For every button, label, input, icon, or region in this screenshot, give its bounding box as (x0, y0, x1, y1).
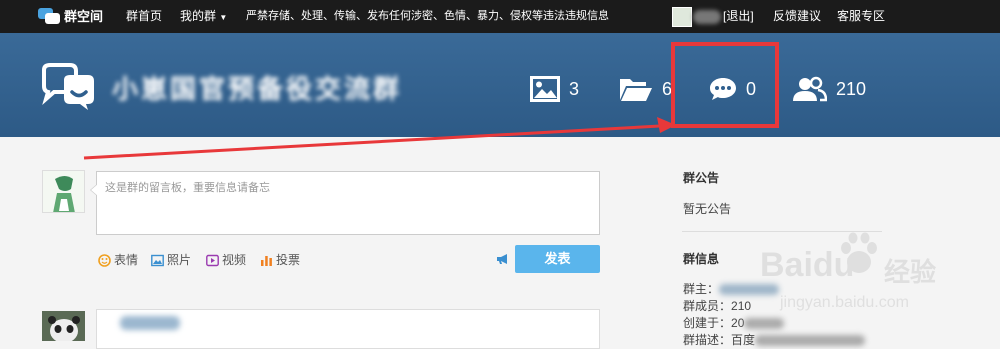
post-author-name-blurred[interactable] (120, 316, 180, 330)
annotation-highlight-box (671, 42, 779, 128)
emoji-label: 表情 (114, 253, 139, 267)
smiley-icon (98, 253, 111, 267)
message-board-textarea[interactable]: 这是群的留言板，重要信息请备忘 (90, 171, 600, 235)
watermark-url: jingyan.baidu.com (780, 294, 909, 311)
users-icon (793, 76, 827, 102)
post-author-avatar[interactable] (42, 311, 85, 341)
group-members-row: 群成员：210 (683, 297, 751, 314)
vote-button[interactable]: 投票 (260, 252, 300, 268)
desc-label: 群描述： (683, 333, 732, 347)
current-user-avatar[interactable] (42, 170, 85, 213)
folder-open-icon (620, 79, 652, 101)
group-desc-row: 群描述：百度 (683, 331, 866, 348)
photos-count: 3 (569, 78, 580, 99)
post-button[interactable]: 发表 (515, 245, 600, 273)
nav-my-groups-dropdown[interactable]: 我的群 ▼ (180, 0, 227, 33)
top-nav-bar: 群空间 群首页 我的群 ▼ 严禁存储、处理、传输、发布任何涉密、色情、暴力、侵权… (0, 0, 1000, 33)
watermark-brand-cn: 经验 (884, 257, 937, 287)
group-info-heading: 群信息 (683, 252, 720, 266)
feedback-link[interactable]: 反馈建议 (773, 0, 821, 33)
bar-chart-icon (261, 255, 272, 266)
photos-stat[interactable]: 3 (530, 71, 579, 107)
files-stat[interactable]: 6 (619, 71, 672, 107)
members-label: 群成员： (683, 299, 732, 313)
picture-icon (151, 254, 164, 266)
avatar-image (43, 171, 84, 212)
group-name-title: 小崽国官预备役交流群 (112, 74, 403, 104)
baidu-jingyan-watermark: Baidu 经验 jingyan.baidu.com (760, 232, 996, 332)
user-avatar-small[interactable] (672, 7, 692, 27)
desc-blurred (755, 335, 866, 347)
members-stat[interactable]: 210 (793, 71, 866, 107)
message-placeholder: 这是群的留言板，重要信息请备忘 (105, 182, 270, 194)
image-icon (530, 76, 560, 102)
group-chat-logo-icon (42, 63, 94, 110)
caret-down-icon: ▼ (219, 13, 228, 22)
legal-notice: 严禁存储、处理、传输、发布任何涉密、色情、暴力、侵权等违法违规信息 (246, 10, 609, 22)
support-link[interactable]: 客服专区 (837, 0, 885, 33)
announcement-text: 暂无公告 (683, 202, 732, 216)
video-label: 视频 (222, 253, 247, 267)
megaphone-icon[interactable] (496, 253, 510, 265)
video-button[interactable]: 视频 (206, 252, 246, 268)
photo-label: 照片 (167, 253, 192, 267)
username-blurred (693, 10, 721, 24)
nav-home-link[interactable]: 群首页 (126, 0, 162, 33)
watermark-brand: Baidu (760, 246, 855, 284)
members-count: 210 (836, 78, 867, 99)
emoji-button[interactable]: 表情 (98, 252, 138, 268)
photo-button[interactable]: 照片 (151, 252, 191, 268)
nav-my-groups-label: 我的群 (180, 9, 217, 23)
members-value: 210 (731, 299, 752, 313)
logout-link[interactable]: [退出] (723, 0, 754, 33)
site-name-link[interactable]: 群空间 (64, 0, 103, 33)
created-value: 20 (731, 316, 745, 330)
video-icon (206, 254, 219, 266)
desc-value: 百度 (731, 333, 756, 347)
created-label: 创建于： (683, 316, 732, 330)
owner-label: 群主： (683, 282, 720, 296)
announcement-heading: 群公告 (683, 171, 720, 185)
panda-avatar-image (42, 311, 85, 341)
chat-logo-icon[interactable] (38, 8, 60, 25)
vote-label: 投票 (276, 253, 301, 267)
